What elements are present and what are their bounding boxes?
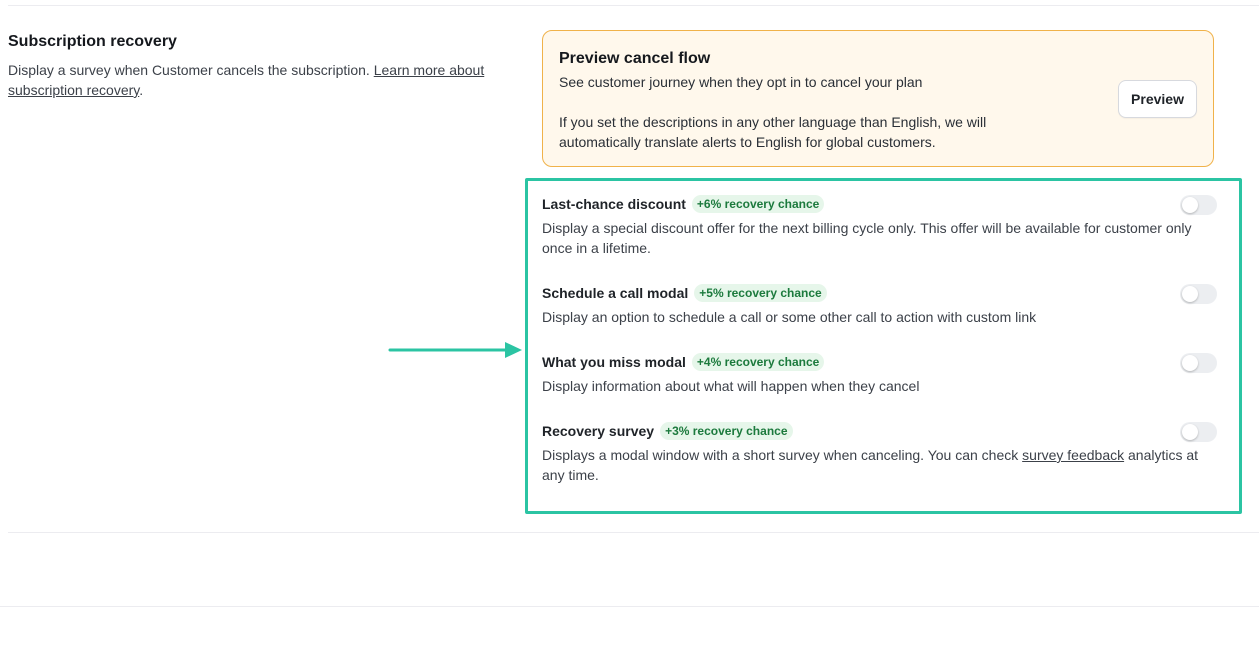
section-description-text: Display a survey when Customer cancels t… — [8, 62, 374, 78]
option-description: Displays a modal window with a short sur… — [542, 447, 1199, 483]
option-description: Display an option to schedule a call or … — [542, 309, 1037, 325]
section-title: Subscription recovery — [8, 33, 177, 50]
option-schedule-call-modal: Schedule a call modal +5% recovery chanc… — [542, 283, 1217, 327]
option-what-you-miss-modal: What you miss modal +4% recovery chance … — [542, 352, 1217, 396]
recovery-chance-badge: +4% recovery chance — [691, 353, 825, 371]
preview-card-note-line1: If you set the descriptions in any other… — [559, 114, 987, 130]
toggle-schedule-call-modal[interactable] — [1180, 284, 1217, 304]
toggle-last-chance-discount[interactable] — [1180, 195, 1217, 215]
option-last-chance-discount: Last-chance discount +6% recovery chance… — [542, 194, 1217, 258]
toggle-knob — [1182, 286, 1198, 302]
option-description: Display a special discount offer for the… — [542, 220, 1192, 256]
toggle-knob — [1182, 197, 1198, 213]
preview-button[interactable]: Preview — [1118, 80, 1197, 118]
recovery-options-highlight: Last-chance discount +6% recovery chance… — [525, 178, 1242, 514]
section-description: Display a survey when Customer cancels t… — [8, 62, 485, 98]
option-recovery-survey: Recovery survey +3% recovery chance Disp… — [542, 421, 1217, 485]
recovery-chance-badge: +3% recovery chance — [660, 422, 793, 440]
top-divider — [8, 5, 1259, 6]
toggle-recovery-survey[interactable] — [1180, 422, 1217, 442]
toggle-what-you-miss-modal[interactable] — [1180, 353, 1217, 373]
preview-card-subtitle: See customer journey when they opt in to… — [559, 74, 923, 90]
option-title: Recovery survey — [542, 423, 655, 439]
toggle-knob — [1182, 424, 1198, 440]
preview-cancel-flow-card: Preview cancel flow See customer journey… — [542, 30, 1214, 167]
section-divider — [8, 532, 1259, 533]
recovery-chance-badge: +6% recovery chance — [691, 195, 825, 213]
option-description: Display information about what will happ… — [542, 378, 920, 394]
bottom-divider — [0, 606, 1259, 607]
arrow-right-icon — [388, 342, 522, 358]
section-header: Subscription recovery Display a survey w… — [8, 32, 518, 100]
option-title: Schedule a call modal — [542, 285, 689, 301]
toggle-knob — [1182, 355, 1198, 371]
preview-card-title: Preview cancel flow — [559, 50, 711, 67]
preview-card-note-line2: automatically translate alerts to Englis… — [559, 134, 936, 150]
recovery-chance-badge: +5% recovery chance — [694, 284, 827, 302]
survey-feedback-link[interactable]: survey feedback — [1022, 447, 1124, 463]
option-title: Last-chance discount — [542, 196, 686, 212]
option-title: What you miss modal — [542, 354, 686, 370]
